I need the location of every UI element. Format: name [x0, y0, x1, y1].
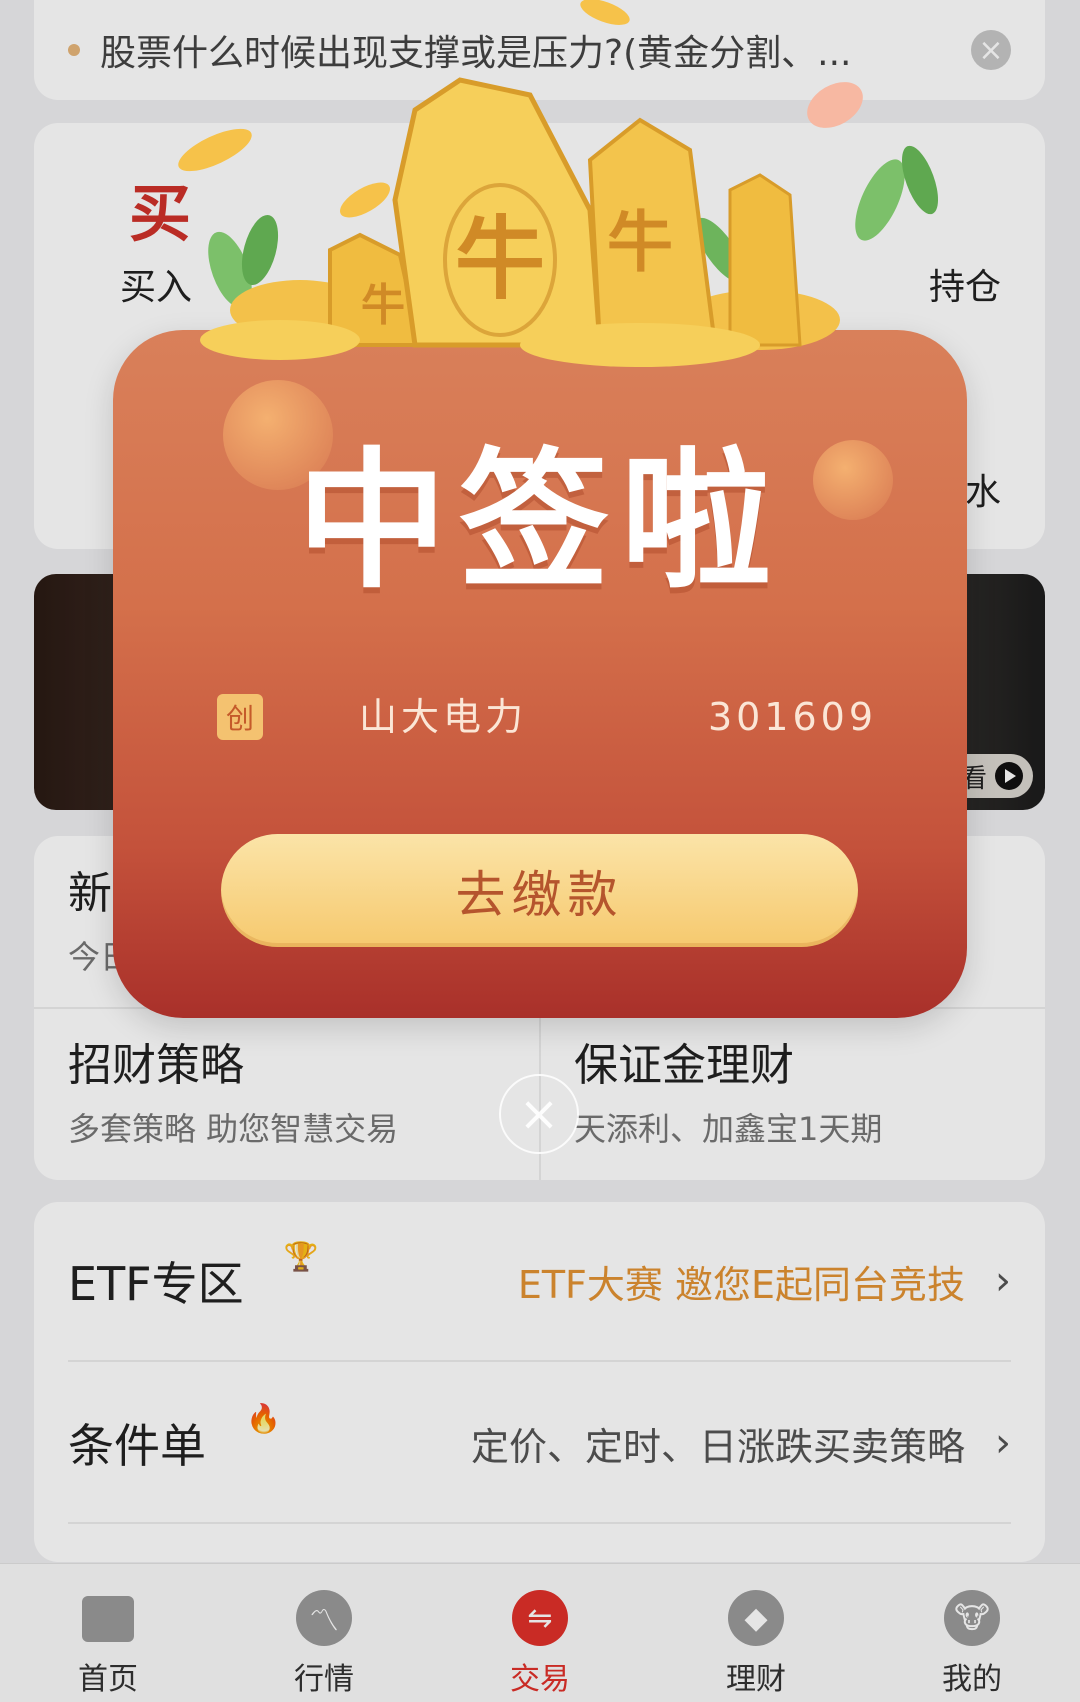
go-pay-button[interactable]: 去缴款: [221, 834, 858, 947]
allotted-stock-row: 创 山大电力 301609: [217, 694, 877, 744]
popup-close-icon[interactable]: ×: [499, 1074, 579, 1154]
coin-glyph: 牛: [607, 204, 673, 281]
gold-coins-illustration: 牛 牛 牛: [178, 0, 939, 367]
coin-glyph: 牛: [361, 280, 405, 331]
stock-code: 301609: [707, 695, 877, 739]
stock-name: 山大电力: [359, 695, 528, 739]
chinext-badge: 创: [217, 694, 263, 740]
coin-glyph: 牛: [455, 207, 545, 312]
popup-headline: 中签啦: [296, 435, 783, 609]
lottery-win-popup: 牛 牛 牛 中签啦 创 山大电力 301609 去缴款 ×: [0, 0, 1080, 1702]
